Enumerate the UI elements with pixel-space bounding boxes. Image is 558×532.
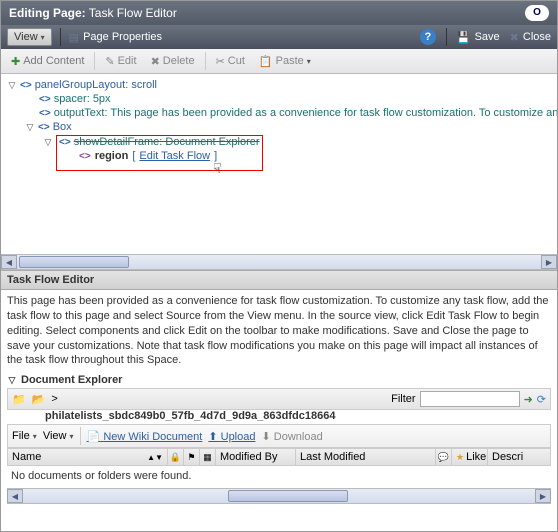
col-icon[interactable]: ⚑: [184, 449, 200, 465]
delete-button[interactable]: ✖ Delete: [147, 53, 199, 70]
file-menu[interactable]: File ▾: [12, 430, 37, 442]
doc-explorer-toolbar: File ▾ View ▾ 📄 New Wiki Document ⬆ Uplo…: [7, 424, 551, 448]
col-like[interactable]: ★ Like: [452, 449, 488, 465]
tag-icon: <>: [39, 108, 51, 119]
tag-icon: <>: [79, 151, 91, 162]
col-icon[interactable]: ▦: [200, 449, 216, 465]
scroll-left-arrow[interactable]: ◀: [1, 255, 17, 269]
title-bar: Editing Page: Task Flow Editor O: [1, 1, 557, 25]
col-last-modified[interactable]: Last Modified: [296, 449, 436, 465]
go-icon[interactable]: ➜: [524, 393, 533, 406]
collapse-toggle[interactable]: ▽: [25, 122, 35, 132]
folder-icon[interactable]: 📂: [32, 393, 46, 406]
new-wiki-link[interactable]: 📄 New Wiki Document: [87, 430, 203, 443]
paste-button[interactable]: 📋 Paste ▾: [255, 53, 315, 70]
add-content-button[interactable]: ✚ Add Content: [7, 53, 88, 70]
tag-icon: <>: [20, 80, 32, 91]
component-tree: ▽ <> panelGroupLayout: scroll <> spacer:…: [1, 74, 557, 254]
view-menu-button[interactable]: View▾: [7, 28, 52, 46]
page-properties-button[interactable]: ▤ Page Properties: [69, 31, 162, 44]
breadcrumb-separator: >: [51, 393, 57, 405]
doc-explorer-header: ▽ Document Explorer: [1, 372, 557, 388]
chevron-down-icon: ▾: [307, 57, 311, 66]
close-icon: ✖: [510, 31, 519, 44]
tree-node[interactable]: outputText: This page has been provided …: [54, 107, 557, 119]
edit-toolbar: ✚ Add Content ✎ Edit ✖ Delete ✂ Cut 📋 Pa…: [1, 49, 557, 74]
col-name[interactable]: Name ▲▼: [8, 449, 168, 465]
folder-up-icon[interactable]: 📁: [12, 393, 26, 406]
refresh-icon[interactable]: ⟳: [537, 393, 546, 406]
col-description[interactable]: Descri: [488, 449, 550, 465]
star-icon: ★: [456, 452, 464, 463]
oracle-logo: O: [525, 5, 549, 21]
save-icon: 💾: [457, 31, 471, 44]
lock-icon: 🔒: [170, 452, 181, 463]
menu-bar: View▾ ▤ Page Properties ? 💾 Save ✖ Close: [1, 25, 557, 49]
upload-icon: ⬆: [208, 431, 217, 443]
table-header-row: Name ▲▼ 🔒 ⚑ ▦ Modified By Last Modified …: [7, 448, 551, 466]
col-modified-by[interactable]: Modified By: [216, 449, 296, 465]
filter-input[interactable]: [420, 391, 520, 407]
save-button[interactable]: 💾 Save: [457, 31, 500, 44]
col-icon[interactable]: 🔒: [168, 449, 184, 465]
chevron-down-icon: ▾: [41, 33, 45, 42]
page-title: Editing Page: Task Flow Editor: [9, 6, 177, 20]
flag-icon: ⚑: [187, 452, 195, 463]
close-button[interactable]: ✖ Close: [510, 31, 551, 44]
plus-icon: ✚: [11, 55, 20, 68]
clipboard-icon: 📋: [259, 55, 273, 68]
tag-icon: <>: [39, 94, 51, 105]
tree-node[interactable]: panelGroupLayout: scroll: [35, 79, 157, 91]
col-icon[interactable]: 💬: [436, 449, 452, 465]
chat-icon: 💬: [438, 452, 449, 463]
delete-icon: ✖: [151, 55, 160, 68]
cursor-icon: ☟: [213, 160, 222, 177]
properties-icon: ▤: [69, 31, 79, 44]
section-heading: Task Flow Editor: [1, 270, 557, 290]
collapse-toggle[interactable]: ▽: [43, 137, 53, 147]
scroll-right-arrow[interactable]: ▶: [541, 255, 557, 269]
collapse-toggle[interactable]: ▽: [7, 375, 17, 385]
scroll-left-arrow[interactable]: ◀: [7, 489, 23, 503]
edit-task-flow-link[interactable]: Edit Task Flow: [139, 150, 210, 162]
separator: [446, 28, 447, 46]
tree-node[interactable]: spacer: 5px: [54, 93, 111, 105]
download-icon: ⬇: [261, 431, 270, 443]
collapse-toggle[interactable]: ▽: [7, 80, 17, 90]
scissors-icon: ✂: [216, 55, 225, 68]
selected-node-box: <> showDetailFrame: Document Explorer <>…: [56, 135, 263, 171]
tree-node[interactable]: showDetailFrame: Document Explorer: [74, 136, 260, 148]
separator: [60, 28, 61, 46]
tag-icon: <>: [59, 137, 71, 148]
table-horizontal-scrollbar[interactable]: ◀ ▶: [7, 488, 551, 504]
filter-label: Filter: [391, 393, 415, 405]
empty-message: No documents or folders were found.: [1, 466, 557, 486]
breadcrumb-path: philatelists_sbdc849b0_57fb_4d7d_9d9a_86…: [45, 410, 551, 422]
edit-button[interactable]: ✎ Edit: [101, 53, 140, 70]
tree-horizontal-scrollbar[interactable]: ◀ ▶: [1, 254, 557, 270]
scroll-right-arrow[interactable]: ▶: [535, 489, 551, 503]
doc-icon: ▦: [203, 452, 212, 463]
view-menu[interactable]: View ▾: [43, 430, 74, 442]
download-link[interactable]: ⬇ Download: [261, 430, 322, 443]
upload-link[interactable]: ⬆ Upload: [208, 430, 255, 443]
description-text: This page has been provided as a conveni…: [1, 290, 557, 372]
sort-asc-icon: ▲▼: [147, 453, 163, 462]
help-icon[interactable]: ?: [420, 29, 436, 45]
tag-icon: <>: [38, 122, 50, 133]
wiki-icon: 📄: [87, 431, 101, 443]
tree-node[interactable]: Box: [53, 121, 72, 133]
pencil-icon: ✎: [105, 55, 114, 68]
region-label: region: [95, 150, 129, 162]
cut-button[interactable]: ✂ Cut: [212, 53, 249, 70]
doc-explorer-path-bar: 📁 📂 > Filter ➜ ⟳: [7, 388, 551, 410]
